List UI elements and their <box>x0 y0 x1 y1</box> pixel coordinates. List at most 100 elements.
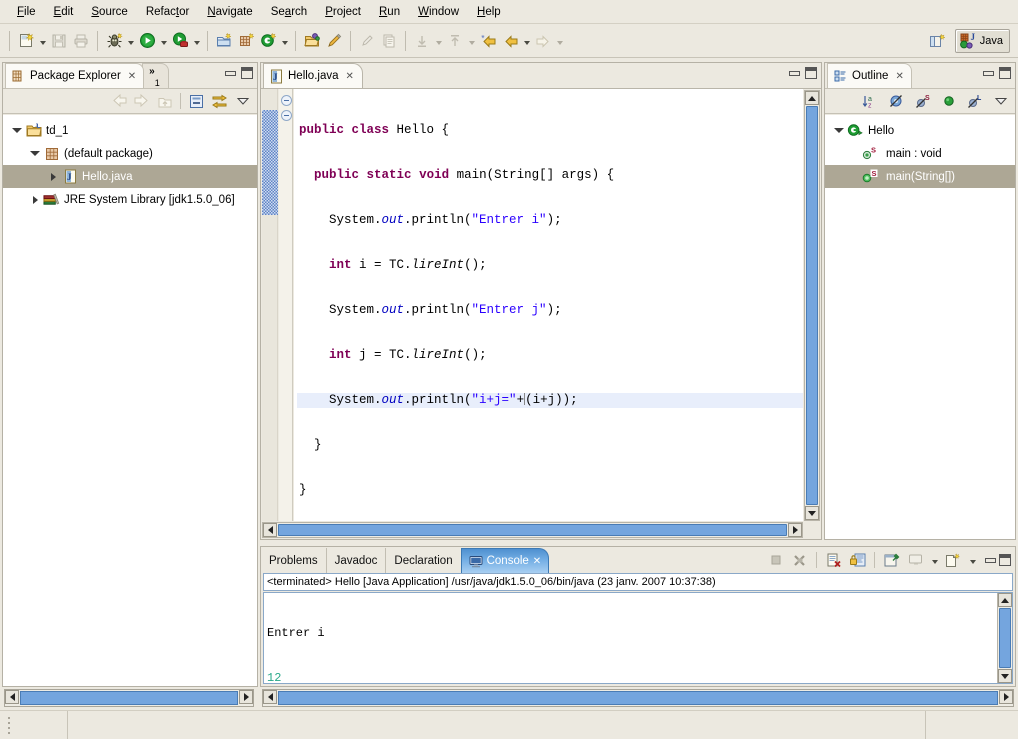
external-tools-icon[interactable] <box>169 30 191 52</box>
new-package-icon[interactable] <box>235 30 257 52</box>
external-tools-dropdown-icon[interactable] <box>191 30 202 52</box>
open-type-icon[interactable] <box>301 30 323 52</box>
tab-package-explorer[interactable]: Package Explorer ✕ <box>5 63 145 88</box>
menu-help[interactable]: Help <box>468 3 510 21</box>
hide-static-icon[interactable]: S <box>912 91 933 111</box>
back-dropdown-icon[interactable] <box>521 30 532 52</box>
open-console-icon[interactable] <box>943 550 964 570</box>
debug-dropdown-icon[interactable] <box>125 30 136 52</box>
menu-source[interactable]: Source <box>82 3 136 21</box>
view-menu-icon[interactable] <box>232 91 253 111</box>
display-console-dropdown-icon[interactable] <box>929 551 940 569</box>
new-file-dropdown-icon[interactable] <box>37 30 48 52</box>
scroll-up-icon[interactable] <box>805 91 819 105</box>
outline-item-main-string[interactable]: S main(String[]) <box>825 165 1015 188</box>
forward-dropdown-icon[interactable] <box>554 30 565 52</box>
scroll-up-icon[interactable] <box>998 593 1012 607</box>
expander-icon[interactable] <box>27 146 43 162</box>
maximize-icon[interactable] <box>241 67 253 79</box>
tab-overflow-indicator[interactable]: » 1 <box>142 63 169 88</box>
tab-hello-java[interactable]: J Hello.java ✕ <box>263 63 363 88</box>
console-vertical-scrollbar[interactable] <box>997 593 1012 683</box>
link-editor-icon[interactable] <box>209 91 230 111</box>
maximize-icon[interactable] <box>999 554 1011 566</box>
collapse-all-icon[interactable] <box>186 91 207 111</box>
tree-item-default-package[interactable]: (default package) <box>3 142 257 165</box>
scroll-down-icon[interactable] <box>805 506 819 520</box>
tab-javadoc[interactable]: Javadoc <box>325 548 386 573</box>
explorer-horizontal-scrollbar[interactable] <box>4 689 254 707</box>
clear-console-icon[interactable] <box>823 550 844 570</box>
new-class-icon[interactable] <box>257 30 279 52</box>
pin-console-icon[interactable] <box>881 550 902 570</box>
menu-search[interactable]: Search <box>262 3 316 21</box>
expander-icon[interactable] <box>831 123 847 139</box>
console-output[interactable]: Entrer i 12 Entrer j 13 i+j=25 <box>263 592 1013 684</box>
outline-item-main-void[interactable]: S main : void <box>825 142 1015 165</box>
expander-icon[interactable] <box>45 169 61 185</box>
scroll-right-icon[interactable] <box>788 523 802 537</box>
close-icon[interactable]: ✕ <box>533 556 541 567</box>
new-class-dropdown-icon[interactable] <box>279 30 290 52</box>
menu-run[interactable]: Run <box>370 3 409 21</box>
menu-edit[interactable]: Edit <box>45 3 83 21</box>
tree-item-td_1[interactable]: J td_1 <box>3 119 257 142</box>
scrollbar-thumb[interactable] <box>278 524 787 536</box>
tab-declaration[interactable]: Declaration <box>385 548 460 573</box>
expander-icon[interactable] <box>27 192 43 208</box>
fold-collapse-icon[interactable] <box>281 110 292 121</box>
scrollbar-thumb[interactable] <box>278 691 998 705</box>
code-editor[interactable]: public class Hello { public static void … <box>261 89 821 539</box>
next-annotation-dropdown-icon[interactable] <box>433 30 444 52</box>
editor-vertical-scrollbar[interactable] <box>804 90 820 521</box>
prev-annotation-dropdown-icon[interactable] <box>466 30 477 52</box>
tree-item-jre-system-library[interactable]: JRE System Library [jdk1.5.0_06] <box>3 188 257 211</box>
minimize-icon[interactable] <box>788 67 800 79</box>
scrollbar-thumb[interactable] <box>20 691 238 705</box>
run-dropdown-icon[interactable] <box>158 30 169 52</box>
tab-outline[interactable]: Outline ✕ <box>827 63 912 88</box>
tree-item-hello-java[interactable]: J Hello.java <box>3 165 257 188</box>
fold-collapse-icon[interactable] <box>281 95 292 106</box>
scrollbar-thumb[interactable] <box>999 608 1011 668</box>
debug-bug-icon[interactable] <box>103 30 125 52</box>
expander-icon[interactable] <box>9 123 25 139</box>
scroll-left-icon[interactable] <box>263 690 277 704</box>
menu-window[interactable]: Window <box>409 3 468 21</box>
close-icon[interactable]: ✕ <box>895 71 903 82</box>
run-play-icon[interactable] <box>136 30 158 52</box>
new-file-icon[interactable] <box>15 30 37 52</box>
outline-item-hello[interactable]: Hello <box>825 119 1015 142</box>
new-java-project-icon[interactable] <box>213 30 235 52</box>
maximize-icon[interactable] <box>999 67 1011 79</box>
hide-local-types-icon[interactable]: L <box>964 91 985 111</box>
scroll-left-icon[interactable] <box>263 523 277 537</box>
search-pencil-icon[interactable] <box>323 30 345 52</box>
scroll-right-icon[interactable] <box>239 690 253 704</box>
scroll-left-icon[interactable] <box>5 690 19 704</box>
scroll-right-icon[interactable] <box>999 690 1013 704</box>
open-perspective-icon[interactable] <box>927 30 949 52</box>
last-edit-icon[interactable] <box>477 30 499 52</box>
maximize-icon[interactable] <box>805 67 817 79</box>
editor-horizontal-scrollbar[interactable] <box>262 522 803 538</box>
menu-file[interactable]: File <box>8 3 45 21</box>
perspective-java-button[interactable]: J Java <box>954 29 1010 53</box>
menu-project[interactable]: Project <box>316 3 370 21</box>
minimize-icon[interactable] <box>984 554 996 566</box>
scroll-lock-icon[interactable] <box>847 550 868 570</box>
view-menu-icon[interactable] <box>990 91 1011 111</box>
minimize-icon[interactable] <box>982 67 994 79</box>
minimize-icon[interactable] <box>224 67 236 79</box>
close-icon[interactable]: ✕ <box>346 71 354 82</box>
green-ball-icon[interactable] <box>938 91 959 111</box>
hide-fields-icon[interactable] <box>886 91 907 111</box>
folding-ruler[interactable] <box>279 89 293 521</box>
console-horizontal-scrollbar[interactable] <box>262 689 1014 707</box>
back-arrow-icon[interactable] <box>499 30 521 52</box>
menu-navigate[interactable]: Navigate <box>198 3 261 21</box>
tab-console[interactable]: Console ✕ <box>460 548 550 573</box>
tab-problems[interactable]: Problems <box>261 548 326 573</box>
sort-az-icon[interactable]: a z <box>860 91 881 111</box>
menu-refactor[interactable]: Refactor <box>137 3 198 21</box>
